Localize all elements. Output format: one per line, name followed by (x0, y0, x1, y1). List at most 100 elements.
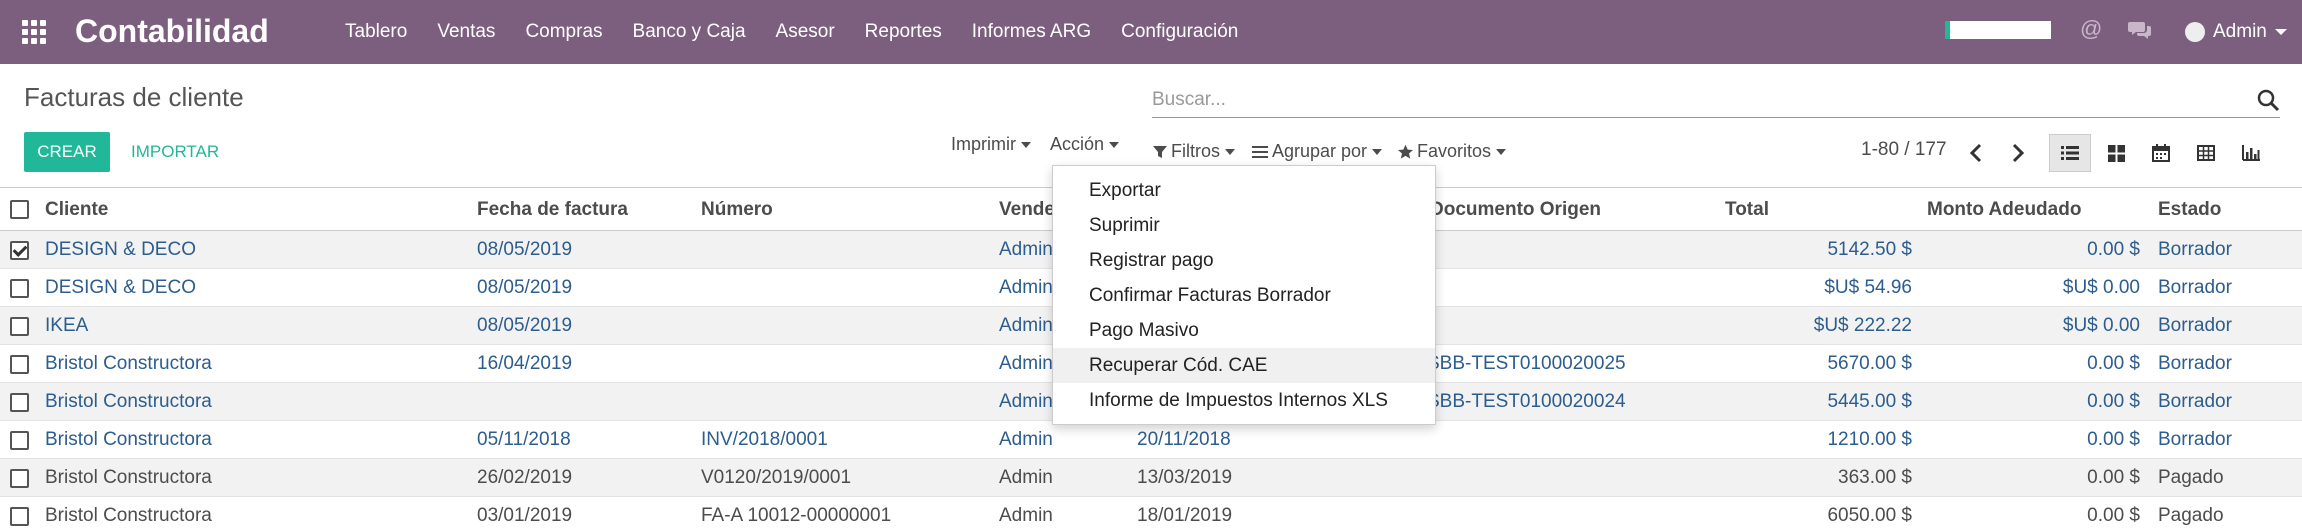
column-header-vendedor[interactable]: Vende (999, 188, 1055, 230)
row-checkbox[interactable] (10, 279, 29, 298)
avatar (2185, 22, 2205, 42)
action-dropdown[interactable]: Acción (1050, 134, 1120, 155)
import-button[interactable]: IMPORTAR (131, 132, 219, 172)
mentions-icon[interactable]: @ (2080, 16, 2102, 42)
menu-item-confirmar-facturas[interactable]: Confirmar Facturas Borrador (1053, 278, 1435, 313)
row-checkbox[interactable] (10, 393, 29, 412)
table-row[interactable]: Bristol Constructora 05/11/2018 INV/2018/0… (0, 421, 2302, 459)
calendar-view-button[interactable] (2140, 134, 2182, 172)
menu-item-recuperar-cae[interactable]: Recuperar Cód. CAE (1053, 348, 1435, 383)
cell-estado: Borrador (2158, 239, 2232, 260)
cell-cliente: Bristol Constructora (45, 505, 212, 526)
cell-cliente: IKEA (45, 315, 89, 336)
row-checkbox[interactable] (10, 241, 29, 260)
row-checkbox[interactable] (10, 507, 29, 526)
column-header-estado[interactable]: Estado (2158, 188, 2221, 230)
menu-reportes[interactable]: Reportes (850, 0, 957, 64)
search-icon[interactable] (2256, 88, 2280, 112)
menu-banco-y-caja[interactable]: Banco y Caja (618, 0, 761, 64)
select-all-checkbox[interactable] (10, 200, 29, 219)
filters-label: Filtros (1171, 141, 1220, 161)
row-checkbox[interactable] (10, 431, 29, 450)
cell-vendedor: Admin (999, 429, 1053, 450)
search-bar (1152, 84, 2280, 118)
print-dropdown[interactable]: Imprimir (951, 134, 1031, 155)
chevron-down-icon (1021, 141, 1031, 148)
menu-item-exportar[interactable]: Exportar (1053, 173, 1435, 208)
print-label: Imprimir (951, 134, 1016, 154)
chevron-left-icon[interactable] (1966, 142, 1988, 164)
kanban-view-button[interactable] (2095, 134, 2137, 172)
top-navbar: Contabilidad Tablero Ventas Compras Banc… (0, 0, 2302, 64)
chevron-down-icon (1225, 148, 1235, 155)
filters-dropdown[interactable]: Filtros (1152, 141, 1235, 162)
column-header-cliente[interactable]: Cliente (45, 188, 108, 230)
cell-monto: 0.00 $ (2087, 353, 2140, 374)
cell-monto: 0.00 $ (2087, 239, 2140, 260)
cell-monto: 0.00 $ (2087, 467, 2140, 488)
cell-documento: SBB-TEST0100020024 (1427, 391, 1626, 412)
group-by-dropdown[interactable]: Agrupar por (1252, 141, 1383, 162)
create-button[interactable]: CREAR (24, 132, 110, 172)
cell-cliente: Bristol Constructora (45, 467, 212, 488)
chat-icon[interactable] (2128, 20, 2152, 40)
favorites-label: Favoritos (1417, 141, 1492, 161)
system-status-bar[interactable] (1945, 21, 2051, 39)
cell-fecha-vencimiento: 18/01/2019 (1137, 505, 1233, 526)
chevron-down-icon (1372, 148, 1383, 155)
cell-cliente: Bristol Constructora (45, 429, 212, 450)
menu-item-registrar-pago[interactable]: Registrar pago (1053, 243, 1435, 278)
menu-item-suprimir[interactable]: Suprimir (1053, 208, 1435, 243)
list-view-button[interactable] (2049, 134, 2091, 172)
column-header-documento[interactable]: Documento Origen (1430, 188, 1601, 230)
menu-item-pago-masivo[interactable]: Pago Masivo (1053, 313, 1435, 348)
apps-menu-icon[interactable] (20, 18, 48, 46)
menu-ventas[interactable]: Ventas (422, 0, 510, 64)
cell-monto: $U$ 0.00 (2062, 315, 2140, 336)
favorites-dropdown[interactable]: Favoritos (1397, 141, 1507, 162)
cell-vendedor: Admin (999, 505, 1053, 526)
chevron-down-icon (2274, 29, 2287, 35)
cell-vendedor: Admin (999, 391, 1053, 412)
bar-chart-icon (2242, 145, 2260, 161)
cell-monto: 0.00 $ (2087, 391, 2140, 412)
cell-cliente: Bristol Constructora (45, 353, 212, 374)
cell-fecha: 08/05/2019 (477, 239, 573, 260)
user-menu[interactable]: Admin (2185, 0, 2287, 64)
cell-cliente: DESIGN & DECO (45, 239, 196, 260)
chevron-right-icon[interactable] (2006, 142, 2028, 164)
row-checkbox[interactable] (10, 317, 29, 336)
column-header-numero[interactable]: Número (701, 188, 773, 230)
cell-fecha-vencimiento: 13/03/2019 (1137, 467, 1233, 488)
table-row[interactable]: Bristol Constructora 03/01/2019 FA-A 10012… (0, 497, 2302, 530)
cell-cliente: DESIGN & DECO (45, 277, 196, 298)
row-checkbox[interactable] (10, 355, 29, 374)
column-header-fecha[interactable]: Fecha de factura (477, 188, 628, 230)
column-header-monto[interactable]: Monto Adeudado (1927, 188, 2081, 230)
action-menu: Exportar Suprimir Registrar pago Confirm… (1052, 165, 1436, 425)
menu-asesor[interactable]: Asesor (761, 0, 850, 64)
column-header-total[interactable]: Total (1725, 188, 1769, 230)
cell-fecha: 08/05/2019 (477, 315, 573, 336)
graph-view-button[interactable] (2230, 134, 2272, 172)
menu-item-informe-impuestos[interactable]: Informe de Impuestos Internos XLS (1053, 383, 1435, 418)
search-input[interactable] (1152, 84, 2242, 116)
pager-value[interactable]: 1-80 / 177 (1861, 139, 1947, 161)
row-checkbox[interactable] (10, 469, 29, 488)
cell-monto: $U$ 0.00 (2062, 277, 2140, 298)
chevron-down-icon (1109, 141, 1120, 148)
cell-fecha: 26/02/2019 (477, 467, 573, 488)
app-brand: Contabilidad (75, 13, 269, 49)
cell-cliente: Bristol Constructora (45, 391, 212, 412)
star-icon (1397, 144, 1414, 159)
top-menu: Tablero Ventas Compras Banco y Caja Ases… (330, 0, 1253, 64)
table-row[interactable]: Bristol Constructora 26/02/2019 V0120/2019… (0, 459, 2302, 497)
menu-informes-arg[interactable]: Informes ARG (957, 0, 1106, 64)
menu-tablero[interactable]: Tablero (330, 0, 422, 64)
cell-monto: 0.00 $ (2087, 429, 2140, 450)
menu-compras[interactable]: Compras (510, 0, 617, 64)
cell-total: $U$ 54.96 (1824, 277, 1912, 298)
cell-vendedor: Admin (999, 239, 1053, 260)
pivot-view-button[interactable] (2185, 134, 2227, 172)
menu-configuracion[interactable]: Configuración (1106, 0, 1253, 64)
